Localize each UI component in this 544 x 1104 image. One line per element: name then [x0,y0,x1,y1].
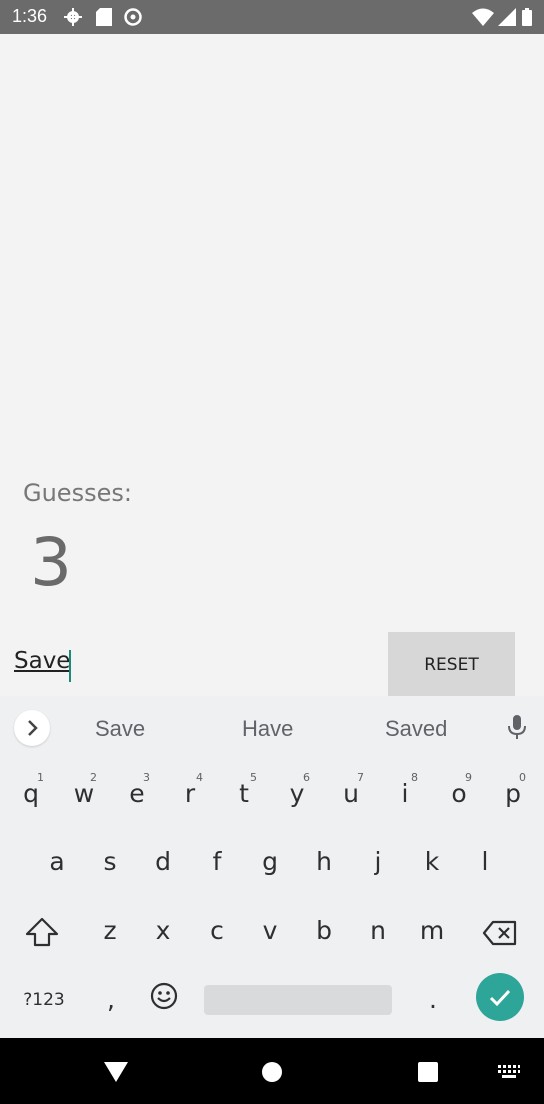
key-j[interactable]: j [353,834,403,890]
key-w[interactable]: w2 [59,766,109,822]
battery-icon [522,8,532,31]
sd-card-icon [96,8,112,31]
guess-input[interactable]: Save [14,648,70,674]
key-z[interactable]: z [85,903,135,959]
key-u[interactable]: u7 [326,766,376,822]
key-b[interactable]: b [299,903,349,959]
key-a[interactable]: a [32,834,82,890]
space-bar[interactable] [204,985,392,1015]
key-f[interactable]: f [192,834,242,890]
guesses-label: Guesses: [23,479,132,507]
suggestion-3[interactable]: Saved [385,716,447,742]
key-l[interactable]: l [460,834,510,890]
at-sign-icon [124,8,142,31]
status-bar: 1:36 [0,0,544,34]
key-comma[interactable]: , [86,972,136,1028]
key-r[interactable]: r4 [165,766,215,822]
key-k[interactable]: k [407,834,457,890]
emoji-icon[interactable] [150,982,178,1015]
key-m[interactable]: m [407,903,457,959]
text-cursor [69,650,71,682]
home-icon[interactable] [261,1061,283,1088]
navigation-bar [0,1038,544,1104]
mic-icon[interactable] [506,714,528,745]
keyboard-switch-icon[interactable] [497,1064,521,1085]
key-h[interactable]: h [299,834,349,890]
back-icon[interactable] [104,1062,128,1087]
soft-keyboard: Save Have Saved q1 w2 e3 r4 t5 y6 u7 i8 … [0,696,544,1038]
gear-icon [64,8,82,31]
key-s[interactable]: s [85,834,135,890]
key-e[interactable]: e3 [112,766,162,822]
shift-icon[interactable] [24,916,60,953]
backspace-icon[interactable] [482,920,518,951]
suggestion-1[interactable]: Save [95,716,145,742]
chevron-right-icon[interactable] [14,710,50,746]
key-t[interactable]: t5 [219,766,269,822]
key-i[interactable]: i8 [380,766,430,822]
suggestion-2[interactable]: Have [242,716,293,742]
guesses-count: 3 [30,524,72,601]
key-d[interactable]: d [138,834,188,890]
key-g[interactable]: g [245,834,295,890]
enter-check-icon[interactable] [476,973,524,1021]
signal-icon [498,8,516,31]
key-y[interactable]: y6 [272,766,322,822]
key-period[interactable]: . [408,972,458,1028]
app-content: Guesses: 3 Save RESET [0,34,544,698]
status-time: 1:36 [12,6,48,26]
key-p[interactable]: p0 [488,766,538,822]
reset-button[interactable]: RESET [388,632,515,698]
key-q[interactable]: q1 [6,766,56,822]
key-v[interactable]: v [245,903,295,959]
symbols-key[interactable]: ?123 [14,972,74,1028]
suggestion-strip: Save Have Saved [0,696,544,760]
key-c[interactable]: c [192,903,242,959]
recents-icon[interactable] [418,1062,438,1087]
key-x[interactable]: x [138,903,188,959]
key-n[interactable]: n [353,903,403,959]
wifi-icon [472,8,494,31]
key-o[interactable]: o9 [434,766,484,822]
